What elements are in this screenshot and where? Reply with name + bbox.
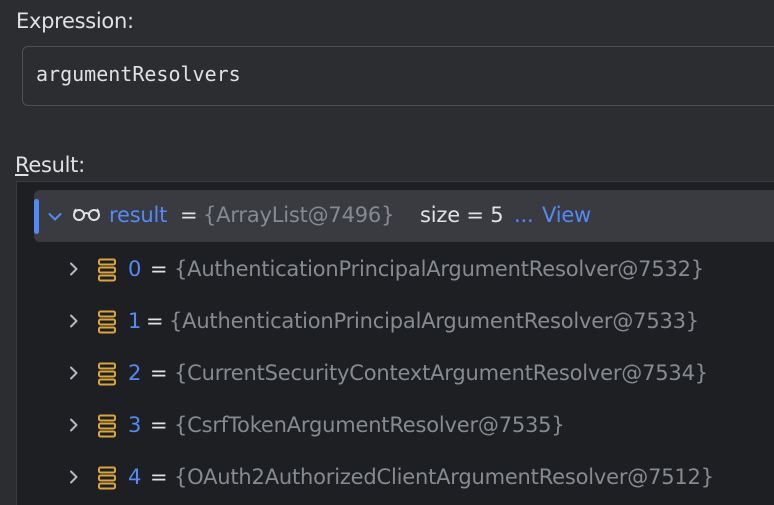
item-equals: =: [150, 361, 168, 385]
item-value: {AuthenticationPrincipalArgumentResolver…: [174, 257, 704, 281]
chevron-right-icon[interactable]: [67, 366, 81, 380]
list-item[interactable]: 4 = {OAuth2AuthorizedClientArgumentResol…: [17, 452, 774, 504]
item-value: {AuthenticationPrincipalArgumentResolver…: [169, 309, 699, 333]
glasses-icon: [72, 207, 102, 221]
list-item[interactable]: 3 = {CsrfTokenArgumentResolver@7535}: [17, 400, 774, 452]
item-equals: =: [150, 465, 168, 489]
list-item[interactable]: 0 = {AuthenticationPrincipalArgumentReso…: [17, 244, 774, 296]
list-item[interactable]: 2 = {CurrentSecurityContextArgumentResol…: [17, 348, 774, 400]
result-equals: =: [180, 203, 198, 227]
item-index: 3: [128, 413, 142, 437]
array-element-icon: [97, 362, 117, 386]
list-item[interactable]: 1 = {AuthenticationPrincipalArgumentReso…: [17, 296, 774, 348]
selection-indicator: [34, 199, 39, 234]
result-root-row[interactable]: result = {ArrayList@7496} size = 5 ... V…: [34, 190, 774, 242]
item-index: 2: [128, 361, 142, 385]
item-value: {OAuth2AuthorizedClientArgumentResolver@…: [174, 465, 714, 489]
expression-input[interactable]: [36, 62, 736, 86]
array-element-icon: [97, 258, 117, 282]
item-index: 0: [128, 257, 142, 281]
array-element-icon: [97, 310, 117, 334]
result-label: Result:: [15, 153, 85, 177]
array-element-icon: [97, 466, 117, 490]
result-size: size = 5: [420, 203, 504, 227]
expression-field[interactable]: [22, 46, 774, 106]
item-index: 1: [128, 309, 142, 333]
chevron-down-icon[interactable]: [48, 210, 62, 224]
chevron-right-icon[interactable]: [67, 418, 81, 432]
evaluate-expression-dialog: Expression: Result: result = {Array: [0, 0, 774, 505]
result-label-mnemonic: R: [15, 153, 29, 177]
item-equals: =: [146, 309, 164, 333]
result-label-rest: esult:: [28, 153, 85, 177]
chevron-right-icon[interactable]: [67, 314, 81, 328]
item-equals: =: [150, 257, 168, 281]
array-element-icon: [97, 414, 117, 438]
item-equals: =: [150, 413, 168, 437]
item-value: {CsrfTokenArgumentResolver@7535}: [174, 413, 565, 437]
item-value: {CurrentSecurityContextArgumentResolver@…: [174, 361, 708, 385]
chevron-right-icon[interactable]: [67, 262, 81, 276]
view-link[interactable]: View: [542, 203, 591, 227]
chevron-right-icon[interactable]: [67, 470, 81, 484]
expression-label: Expression:: [16, 9, 134, 33]
result-ellipsis: ...: [514, 203, 534, 227]
item-index: 4: [128, 465, 142, 489]
result-name: result: [109, 203, 168, 227]
result-tree[interactable]: result = {ArrayList@7496} size = 5 ... V…: [16, 181, 774, 505]
result-type: {ArrayList@7496}: [203, 203, 395, 227]
